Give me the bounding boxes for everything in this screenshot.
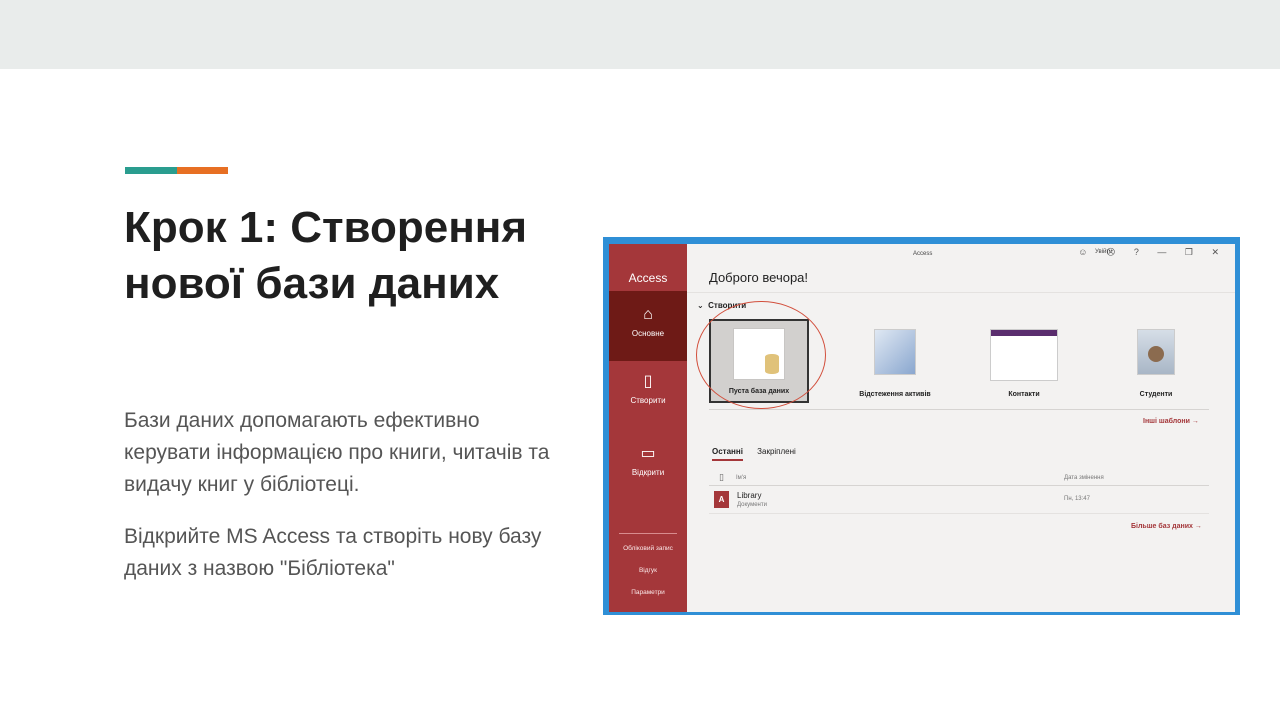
template-contacts[interactable]: Контакти [974, 319, 1074, 404]
slide-title: Крок 1: Створення нової бази даних [124, 200, 584, 312]
column-header-name[interactable]: Ім'я [736, 475, 746, 481]
more-databases-link[interactable]: Більше баз даних → [1131, 523, 1202, 530]
access-screenshot: Access ⌂ Основне ▯ Створити ▭ Відкрити О… [603, 237, 1240, 615]
window-title: Access [913, 251, 933, 257]
nav-item-label: Відкрити [631, 468, 665, 477]
more-templates-link[interactable]: Інші шаблони → [1143, 418, 1199, 425]
file-date: Пн, 13:47 [1064, 496, 1090, 502]
window-controls[interactable]: ☺ ☹ ? — ❐ ✕ [1078, 247, 1227, 258]
title-bar: Access Увійти ☺ ☹ ? — ❐ ✕ [687, 244, 1235, 264]
students-thumbnail [1137, 329, 1175, 375]
nav-item-label: Основне [631, 329, 665, 338]
document-icon: ▯ [719, 472, 724, 482]
nav-item-new[interactable]: ▯ Створити [609, 372, 687, 405]
accent-teal [125, 167, 177, 174]
home-icon: ⌂ [643, 306, 653, 323]
accent-orange [177, 167, 228, 174]
tab-pinned[interactable]: Закріплені [757, 447, 796, 459]
nav-account[interactable]: Обліковий запис [609, 545, 687, 552]
nav-options[interactable]: Параметри [609, 589, 687, 596]
asset-tracking-thumbnail [874, 329, 916, 375]
slide-paragraph-1: Бази даних допомагають ефективно керуват… [124, 409, 550, 496]
tab-recent[interactable]: Останні [712, 447, 743, 461]
folder-icon: ▭ [640, 445, 656, 462]
nav-item-home[interactable]: ⌂ Основне [609, 291, 687, 361]
nav-item-open[interactable]: ▭ Відкрити [609, 444, 687, 477]
access-nav-pane: Access ⌂ Основне ▯ Створити ▭ Відкрити О… [609, 244, 687, 612]
top-band [0, 0, 1280, 69]
contacts-thumbnail [990, 329, 1058, 381]
file-tabs: Останні Закріплені [712, 447, 808, 461]
template-label: Студенти [1139, 391, 1173, 398]
template-students[interactable]: Студенти [1106, 319, 1206, 404]
header-divider [687, 292, 1235, 293]
slide-paragraph-2: Відкрийте MS Access та створіть нову баз… [124, 525, 542, 580]
file-location: Документи [737, 502, 767, 508]
nav-separator [619, 533, 677, 534]
greeting: Доброго вечора! [709, 270, 809, 285]
title-line-1: Крок 1: Створення [124, 203, 528, 252]
title-line-2: нової бази даних [124, 259, 500, 308]
access-file-icon: A [714, 491, 729, 508]
template-asset-tracking[interactable]: Відстеження активів [845, 319, 945, 404]
table-header-divider [709, 485, 1209, 486]
new-file-icon: ▯ [643, 373, 653, 390]
template-label: Контакти [1008, 391, 1040, 398]
template-label: Відстеження активів [859, 391, 931, 398]
templates-divider [709, 409, 1209, 410]
accent-bar [125, 167, 228, 174]
column-header-date[interactable]: Дата змінення [1064, 475, 1104, 481]
table-row-divider [709, 513, 1209, 514]
file-name[interactable]: Library [737, 491, 761, 500]
nav-item-label: Створити [630, 396, 666, 405]
access-window: Access ⌂ Основне ▯ Створити ▭ Відкрити О… [609, 244, 1235, 612]
highlight-circle [696, 301, 826, 409]
nav-app-name: Access [628, 271, 668, 285]
chevron-down-icon: ⌄ [697, 301, 704, 310]
nav-feedback[interactable]: Відгук [609, 567, 687, 574]
